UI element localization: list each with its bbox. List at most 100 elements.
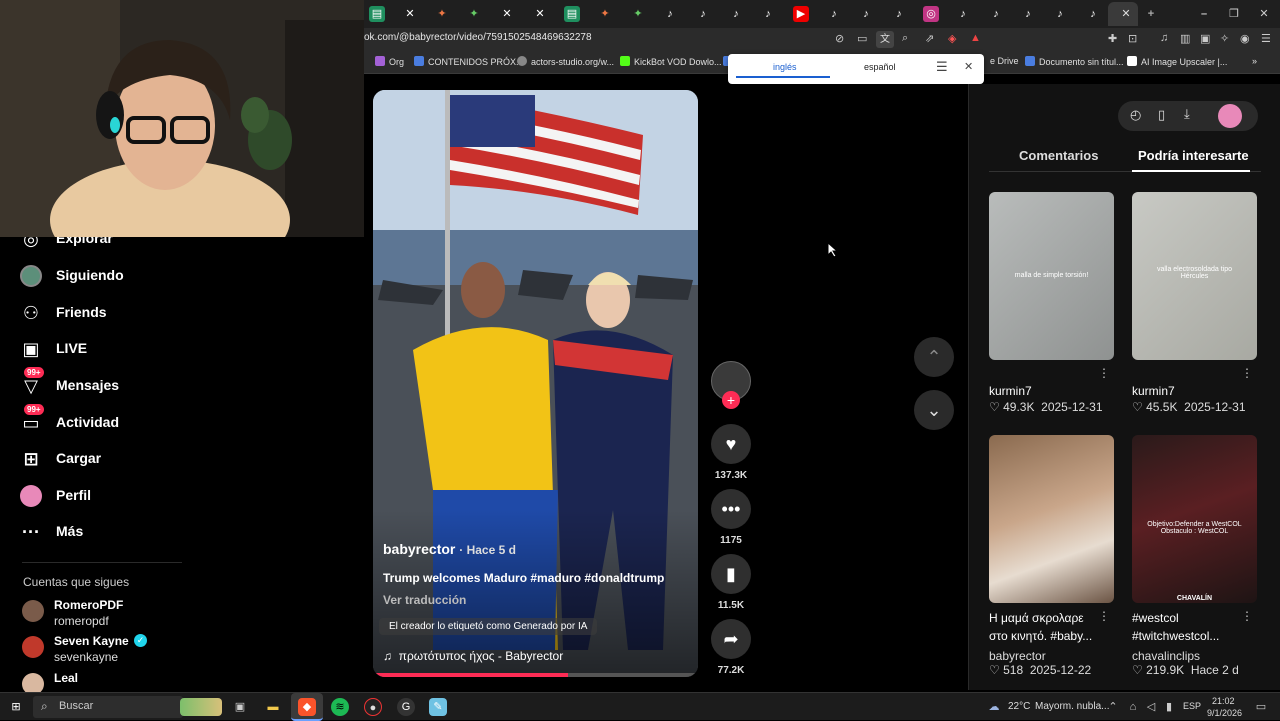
url-text[interactable]: ok.com/@babyrector/video/759150254846963… bbox=[364, 32, 592, 43]
tab-comentarios[interactable]: Comentarios bbox=[1019, 148, 1098, 163]
tiktok-logo-icon[interactable]: ◴ bbox=[1130, 107, 1141, 123]
share-button[interactable]: ➦ 77.2K bbox=[711, 619, 751, 676]
video-thumbnail[interactable]: malla de simple torsión! bbox=[989, 192, 1114, 360]
tiktok-tab-icon[interactable]: ♪ bbox=[858, 6, 874, 22]
card-menu-icon[interactable]: ⋮ bbox=[1098, 609, 1110, 623]
tiktok-tab-icon[interactable]: ♪ bbox=[1085, 6, 1101, 22]
brave-shield-icon[interactable]: ◈ bbox=[948, 32, 956, 45]
network-icon[interactable]: ⌂ bbox=[1124, 698, 1142, 716]
card-menu-icon[interactable]: ⋮ bbox=[1098, 366, 1110, 380]
progress-track[interactable] bbox=[373, 673, 698, 677]
translate-close-icon[interactable]: ✕ bbox=[964, 60, 973, 73]
card-author[interactable]: chavalinclips bbox=[1132, 649, 1257, 663]
weather-temp[interactable]: 22°C bbox=[1008, 701, 1030, 712]
translate-options-icon[interactable]: ☰ bbox=[936, 59, 948, 75]
tiktok-tab-icon[interactable]: ♪ bbox=[1020, 6, 1036, 22]
save-button[interactable]: ▮ 11.5K bbox=[711, 554, 751, 611]
tiktok-tab-icon[interactable]: ♪ bbox=[891, 6, 907, 22]
sheets-tab-icon[interactable]: ▤ bbox=[369, 6, 385, 22]
media-icon[interactable]: ♫ bbox=[1160, 32, 1168, 44]
card-author[interactable]: kurmin7 bbox=[989, 382, 1114, 400]
video-sound[interactable]: ♫ πρωτότυπος ήχος - Babyrector bbox=[383, 649, 563, 663]
block-icon[interactable]: ⊘ bbox=[835, 32, 844, 45]
tiktok-tab-icon[interactable]: ♪ bbox=[826, 6, 842, 22]
phone-icon[interactable]: ▯ bbox=[1158, 107, 1165, 123]
comment-button[interactable]: ••• 1175 bbox=[711, 489, 751, 546]
card-menu-icon[interactable]: ⋮ bbox=[1241, 366, 1253, 380]
ai-icon[interactable]: ✧ bbox=[1220, 32, 1229, 45]
screenshot-icon[interactable]: ⊡ bbox=[1128, 32, 1137, 45]
video-author[interactable]: babyrector · Hace 5 d bbox=[383, 541, 516, 557]
tiktok-tab-icon[interactable]: ♪ bbox=[1052, 6, 1068, 22]
windows-start-icon[interactable]: ⊞ bbox=[7, 698, 25, 716]
bookmark-ai-upscaler[interactable]: AI Image Upscaler |... bbox=[1127, 56, 1227, 67]
volume-icon[interactable]: ◁ bbox=[1142, 698, 1160, 716]
bookmark-actors-studio[interactable]: actors-studio.org/w... bbox=[517, 56, 614, 67]
bookmark-kickbot[interactable]: KickBot VOD Dowlo... bbox=[620, 56, 722, 67]
cast-icon[interactable]: ▭ bbox=[857, 32, 867, 45]
card-menu-icon[interactable]: ⋮ bbox=[1241, 609, 1253, 623]
youtube-tab-icon[interactable]: ▶ bbox=[793, 6, 809, 22]
sidebar-toggle-icon[interactable]: ▥ bbox=[1180, 32, 1190, 45]
x-tab-icon[interactable]: ✕ bbox=[532, 6, 548, 22]
video-thumbnail[interactable] bbox=[989, 435, 1114, 603]
next-video-button[interactable]: ⌄ bbox=[914, 390, 954, 430]
vpn-icon[interactable]: ◉ bbox=[1240, 32, 1250, 45]
tiktok-tab-icon[interactable]: ♪ bbox=[988, 6, 1004, 22]
download-icon[interactable]: ⤓ bbox=[1184, 106, 1190, 122]
obs-icon[interactable]: ● bbox=[364, 698, 382, 716]
x-tab-icon[interactable]: ✕ bbox=[499, 6, 515, 22]
extensions-icon[interactable]: ✚ bbox=[1108, 32, 1117, 45]
translate-source-tab[interactable]: inglés bbox=[773, 62, 797, 72]
bookmark-org[interactable]: Org bbox=[375, 56, 404, 67]
app-icon[interactable]: G bbox=[397, 698, 415, 716]
previous-video-button[interactable]: ⌃ bbox=[914, 337, 954, 377]
menu-icon[interactable]: ☰ bbox=[1261, 32, 1271, 45]
follow-plus-icon[interactable]: + bbox=[722, 391, 740, 409]
tiktok-tab-icon[interactable]: ♪ bbox=[728, 6, 744, 22]
rewards-icon[interactable]: ▲ bbox=[970, 32, 981, 44]
tab-podria-interesarte[interactable]: Podría interesarte bbox=[1138, 148, 1249, 163]
x-tab-icon[interactable]: ✕ bbox=[402, 6, 418, 22]
window-close-icon[interactable]: ✕ bbox=[1256, 6, 1272, 22]
video-thumbnail[interactable]: Objetivo:Defender a WestCOL Obstaculo : … bbox=[1132, 435, 1257, 603]
zoom-icon[interactable]: ⌕ bbox=[902, 32, 908, 45]
suggested-video-card[interactable]: valla electrosoldada tipo Hércules ⋮ kur… bbox=[1132, 192, 1257, 414]
weather-text[interactable]: Mayorm. nubla... bbox=[1035, 701, 1109, 712]
tiktok-tab-icon[interactable]: ♪ bbox=[955, 6, 971, 22]
video-thumbnail[interactable]: valla electrosoldada tipo Hércules bbox=[1132, 192, 1257, 360]
tiktok-tab-icon[interactable]: ♪ bbox=[662, 6, 678, 22]
translate-icon[interactable]: 文 bbox=[876, 31, 894, 48]
app-tab-icon[interactable]: ✦ bbox=[466, 6, 482, 22]
suggested-video-card[interactable]: Objetivo:Defender a WestCOL Obstaculo : … bbox=[1132, 435, 1257, 677]
card-author[interactable]: kurmin7 bbox=[1132, 382, 1257, 400]
suggested-video-card[interactable]: ⋮ Η μαμά σκρολαρε στο κινητό. #baby... b… bbox=[989, 435, 1114, 677]
bookmark-contenidos[interactable]: CONTENIDOS PRÓX... bbox=[414, 56, 524, 67]
video-caption[interactable]: Trump welcomes Maduro #maduro #donaldtru… bbox=[383, 571, 664, 585]
translate-target-tab[interactable]: español bbox=[864, 62, 896, 72]
tiktok-tab-icon[interactable]: ♪ bbox=[760, 6, 776, 22]
more-bookmarks-icon[interactable]: » bbox=[1252, 56, 1257, 66]
spotify-icon[interactable]: ≋ bbox=[331, 698, 349, 716]
notepad-icon[interactable]: ✎ bbox=[429, 698, 447, 716]
tiktok-tab-icon[interactable]: ♪ bbox=[695, 6, 711, 22]
microphone-icon[interactable]: ▮ bbox=[1160, 698, 1178, 716]
minimize-icon[interactable]: – bbox=[1196, 6, 1212, 22]
sheets-tab-icon[interactable]: ▤ bbox=[564, 6, 580, 22]
restore-icon[interactable]: ❐ bbox=[1226, 6, 1242, 22]
profile-avatar-icon[interactable] bbox=[1218, 104, 1242, 128]
taskbar-search[interactable]: ⌕ Buscar bbox=[33, 696, 183, 718]
file-explorer-icon[interactable]: ▬ bbox=[264, 698, 282, 716]
like-button[interactable]: ♥ 137.3K bbox=[711, 424, 751, 481]
tray-chevron-up-icon[interactable]: ⌃ bbox=[1104, 698, 1122, 716]
card-caption[interactable]: Η μαμά σκρολαρε στο κινητό. #baby... bbox=[989, 609, 1099, 645]
instagram-tab-icon[interactable]: ◎ bbox=[923, 6, 939, 22]
wallet-icon[interactable]: ▣ bbox=[1200, 32, 1210, 45]
see-translation-link[interactable]: Ver traducción bbox=[383, 593, 466, 607]
weather-icon[interactable]: ☁ bbox=[985, 698, 1003, 716]
app-tab-icon[interactable]: ✦ bbox=[597, 6, 613, 22]
bookmark-drive[interactable]: e Drive bbox=[990, 56, 1019, 66]
video-player[interactable]: babyrector · Hace 5 d Trump welcomes Mad… bbox=[373, 90, 698, 677]
card-caption[interactable]: #westcol #twitchwestcol... bbox=[1132, 609, 1242, 645]
notifications-icon[interactable]: ▭ bbox=[1252, 698, 1270, 716]
